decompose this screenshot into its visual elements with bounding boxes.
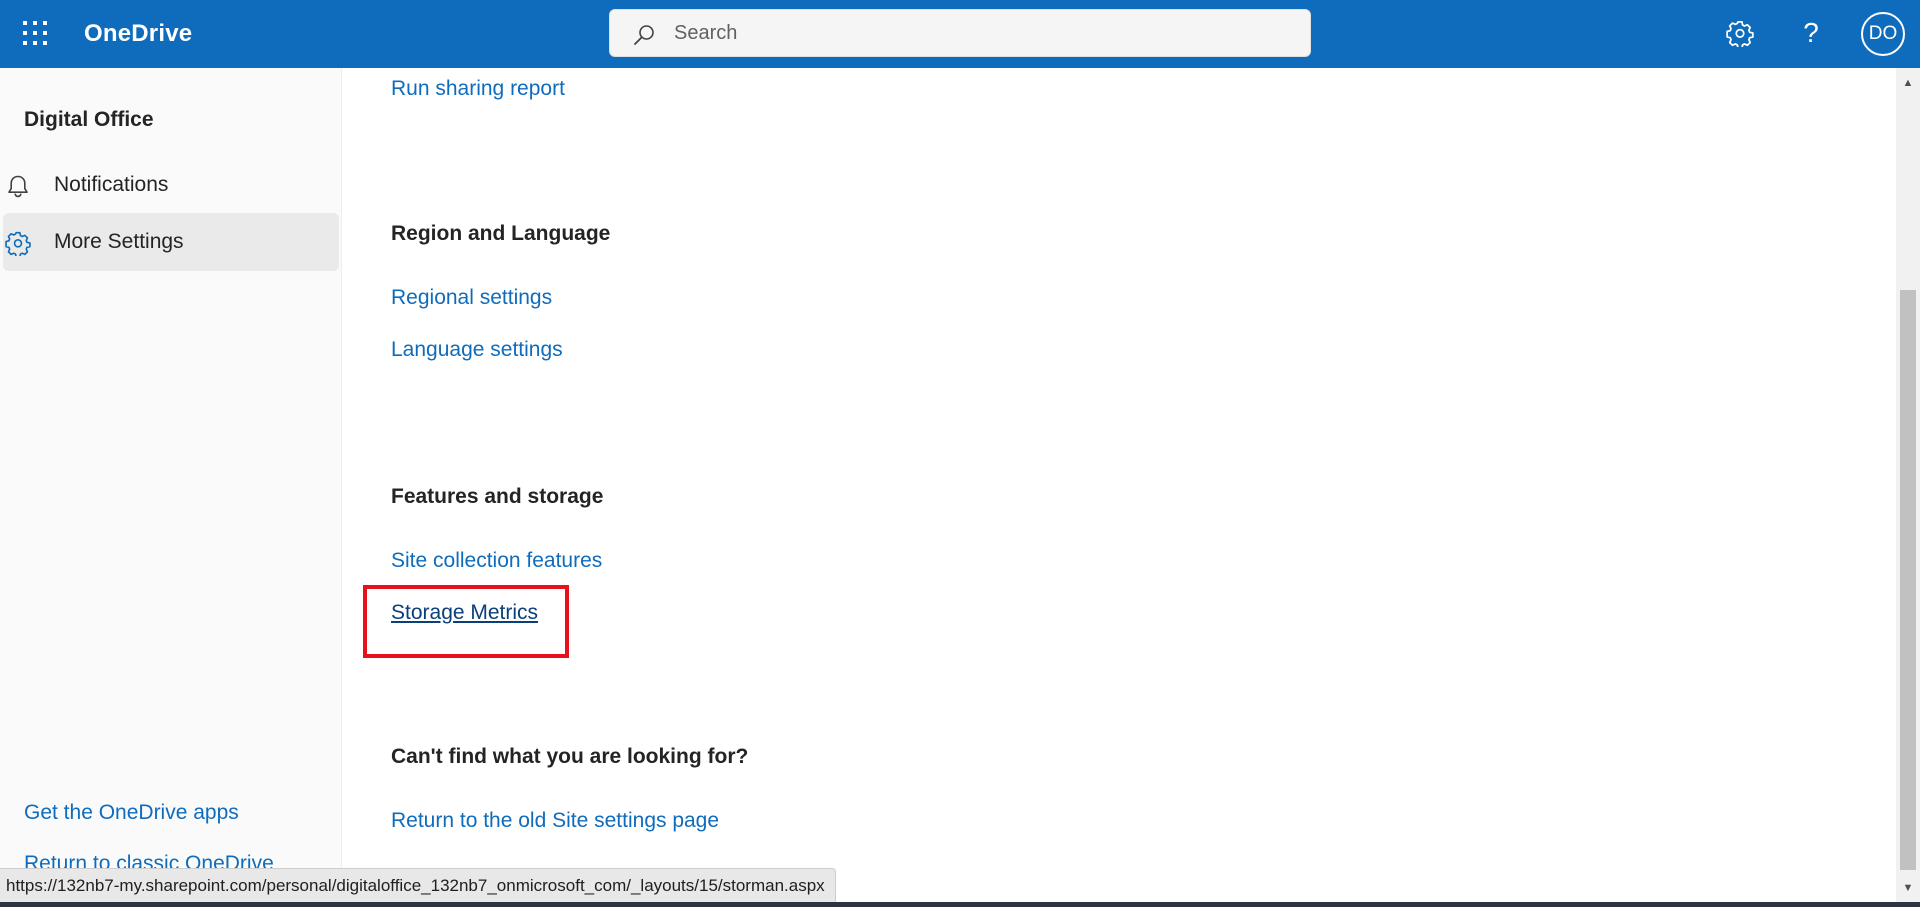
bell-icon <box>5 173 31 199</box>
search-input[interactable] <box>674 10 1294 56</box>
site-title: Digital Office <box>24 108 154 131</box>
sidebar-item-more-settings[interactable]: More Settings <box>3 213 339 271</box>
regional-settings-link[interactable]: Regional settings <box>391 284 552 312</box>
scroll-up-arrow-icon[interactable]: ▲ <box>1896 68 1920 98</box>
get-onedrive-apps-link[interactable]: Get the OneDrive apps <box>24 800 239 826</box>
search-icon <box>632 23 656 47</box>
top-app-bar: OneDrive ? DO <box>0 0 1920 68</box>
gear-icon <box>5 230 31 258</box>
old-site-settings-link[interactable]: Return to the old Site settings page <box>391 807 719 835</box>
region-language-heading: Region and Language <box>391 222 611 245</box>
settings-content: Run sharing report Region and Language R… <box>343 68 1896 907</box>
search-box[interactable] <box>609 9 1311 57</box>
language-settings-link[interactable]: Language settings <box>391 336 563 364</box>
window-bottom-edge <box>0 902 1920 907</box>
vertical-scrollbar[interactable]: ▲ ▼ <box>1896 68 1920 903</box>
scroll-down-arrow-icon[interactable]: ▼ <box>1896 873 1920 903</box>
avatar[interactable]: DO <box>1861 12 1905 56</box>
sidebar-item-label: Notifications <box>54 173 169 196</box>
features-storage-heading: Features and storage <box>391 485 604 508</box>
app-name[interactable]: OneDrive <box>84 19 192 49</box>
sidebar-item-label: More Settings <box>54 230 184 253</box>
waffle-icon[interactable] <box>20 18 50 48</box>
storage-metrics-link[interactable]: Storage Metrics <box>391 599 538 627</box>
sidebar-item-notifications[interactable]: Notifications <box>3 156 339 214</box>
scrollbar-thumb[interactable] <box>1900 290 1916 870</box>
left-navigation: Digital Office Notifications More Settin… <box>0 68 342 907</box>
link-status-bar: https://132nb7-my.sharepoint.com/persona… <box>0 868 836 902</box>
help-heading: Can't find what you are looking for? <box>391 745 749 768</box>
help-icon[interactable]: ? <box>1793 15 1829 51</box>
run-sharing-report-link[interactable]: Run sharing report <box>391 75 565 103</box>
site-collection-features-link[interactable]: Site collection features <box>391 547 602 575</box>
gear-icon[interactable] <box>1722 15 1758 51</box>
